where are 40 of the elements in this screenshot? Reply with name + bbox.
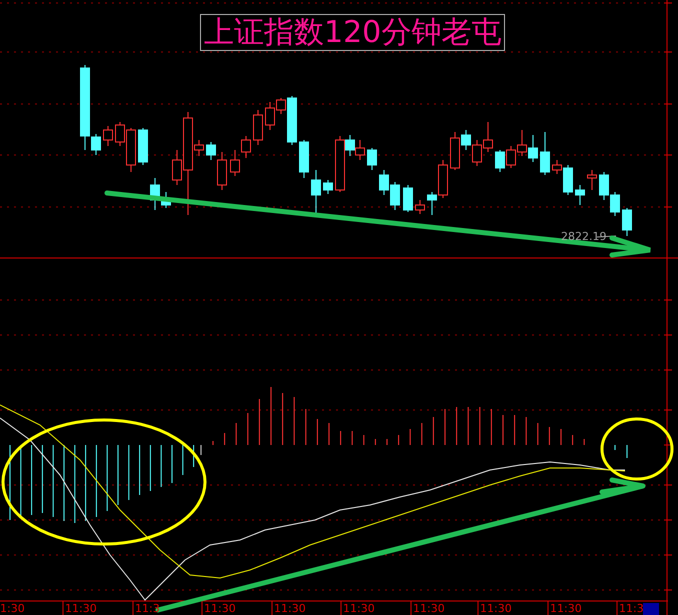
candlestick bbox=[517, 130, 527, 156]
time-label: 1:30 bbox=[0, 602, 25, 615]
candlestick bbox=[403, 184, 413, 212]
leader-line bbox=[596, 236, 616, 238]
candlestick bbox=[311, 170, 321, 216]
time-label: 11:30 bbox=[204, 602, 236, 615]
candlestick bbox=[540, 132, 550, 176]
price-label: 2822.19 bbox=[561, 230, 606, 243]
candlestick bbox=[415, 200, 425, 214]
time-label: 11:30 bbox=[480, 602, 512, 615]
time-label: 11:30 bbox=[343, 602, 375, 615]
time-label: 11:30 bbox=[65, 602, 97, 615]
candlestick bbox=[379, 170, 389, 196]
chart-title: 上证指数120分钟老屯 bbox=[200, 14, 506, 51]
time-label: 11:3 bbox=[619, 602, 644, 615]
candlestick bbox=[483, 122, 493, 152]
candlestick bbox=[230, 150, 240, 176]
candlestick bbox=[103, 126, 113, 146]
candlestick bbox=[599, 172, 609, 200]
candlestick bbox=[587, 170, 597, 190]
candlestick bbox=[355, 140, 365, 160]
scroll-marker bbox=[643, 603, 659, 615]
time-label: 11:30 bbox=[274, 602, 306, 615]
candlestick bbox=[495, 150, 505, 172]
candlestick bbox=[367, 148, 377, 170]
candlestick bbox=[610, 192, 620, 216]
time-label: 11:30 bbox=[413, 602, 445, 615]
candlestick bbox=[299, 140, 309, 178]
candlestick bbox=[472, 140, 482, 166]
candlestick bbox=[390, 182, 400, 210]
time-label: 11:30 bbox=[550, 602, 582, 615]
candlestick bbox=[323, 180, 333, 194]
candlestick bbox=[253, 110, 263, 146]
candlestick bbox=[622, 208, 632, 236]
time-label: 11:3 bbox=[135, 602, 160, 615]
candlestick bbox=[241, 136, 251, 158]
candlestick bbox=[138, 128, 148, 166]
candlestick bbox=[506, 146, 516, 168]
candlestick bbox=[528, 134, 538, 162]
candlestick bbox=[575, 184, 585, 206]
